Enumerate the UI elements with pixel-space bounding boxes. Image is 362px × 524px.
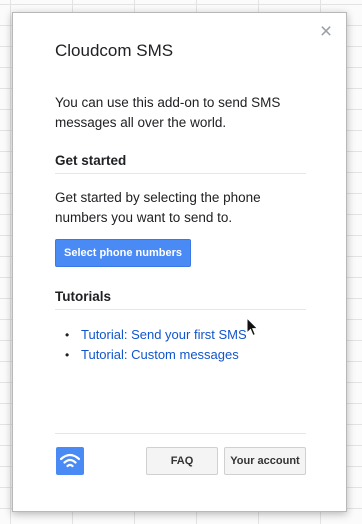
- get-started-heading: Get started: [55, 153, 127, 168]
- list-item: • Tutorial: Send your first SMS: [65, 325, 247, 345]
- bullet-icon: •: [65, 348, 70, 362]
- tutorials-divider: [55, 309, 306, 310]
- your-account-button[interactable]: Your account: [224, 447, 306, 475]
- close-icon[interactable]: ×: [316, 21, 336, 42]
- intro-text: You can use this add-on to send SMS mess…: [55, 95, 281, 130]
- tutorial-send-first-sms-link[interactable]: Tutorial: Send your first SMS: [81, 327, 247, 342]
- tutorial-custom-messages-link[interactable]: Tutorial: Custom messages: [81, 347, 239, 362]
- get-started-text: Get started by selecting the phone numbe…: [55, 190, 261, 225]
- list-item: • Tutorial: Custom messages: [65, 345, 247, 365]
- get-started-divider: [55, 173, 306, 174]
- tutorials-heading: Tutorials: [55, 289, 112, 304]
- wifi-signal-icon: [56, 447, 84, 475]
- faq-button[interactable]: FAQ: [146, 447, 218, 475]
- footer-divider: [55, 433, 306, 434]
- addon-dialog: × Cloudcom SMS You can use this add-on t…: [12, 12, 347, 512]
- tutorials-list: • Tutorial: Send your first SMS • Tutorial…: [65, 325, 247, 365]
- dialog-title: Cloudcom SMS: [55, 41, 174, 60]
- mouse-pointer-icon: [246, 317, 259, 337]
- select-phone-numbers-button[interactable]: Select phone numbers: [55, 239, 191, 267]
- bullet-icon: •: [65, 328, 70, 342]
